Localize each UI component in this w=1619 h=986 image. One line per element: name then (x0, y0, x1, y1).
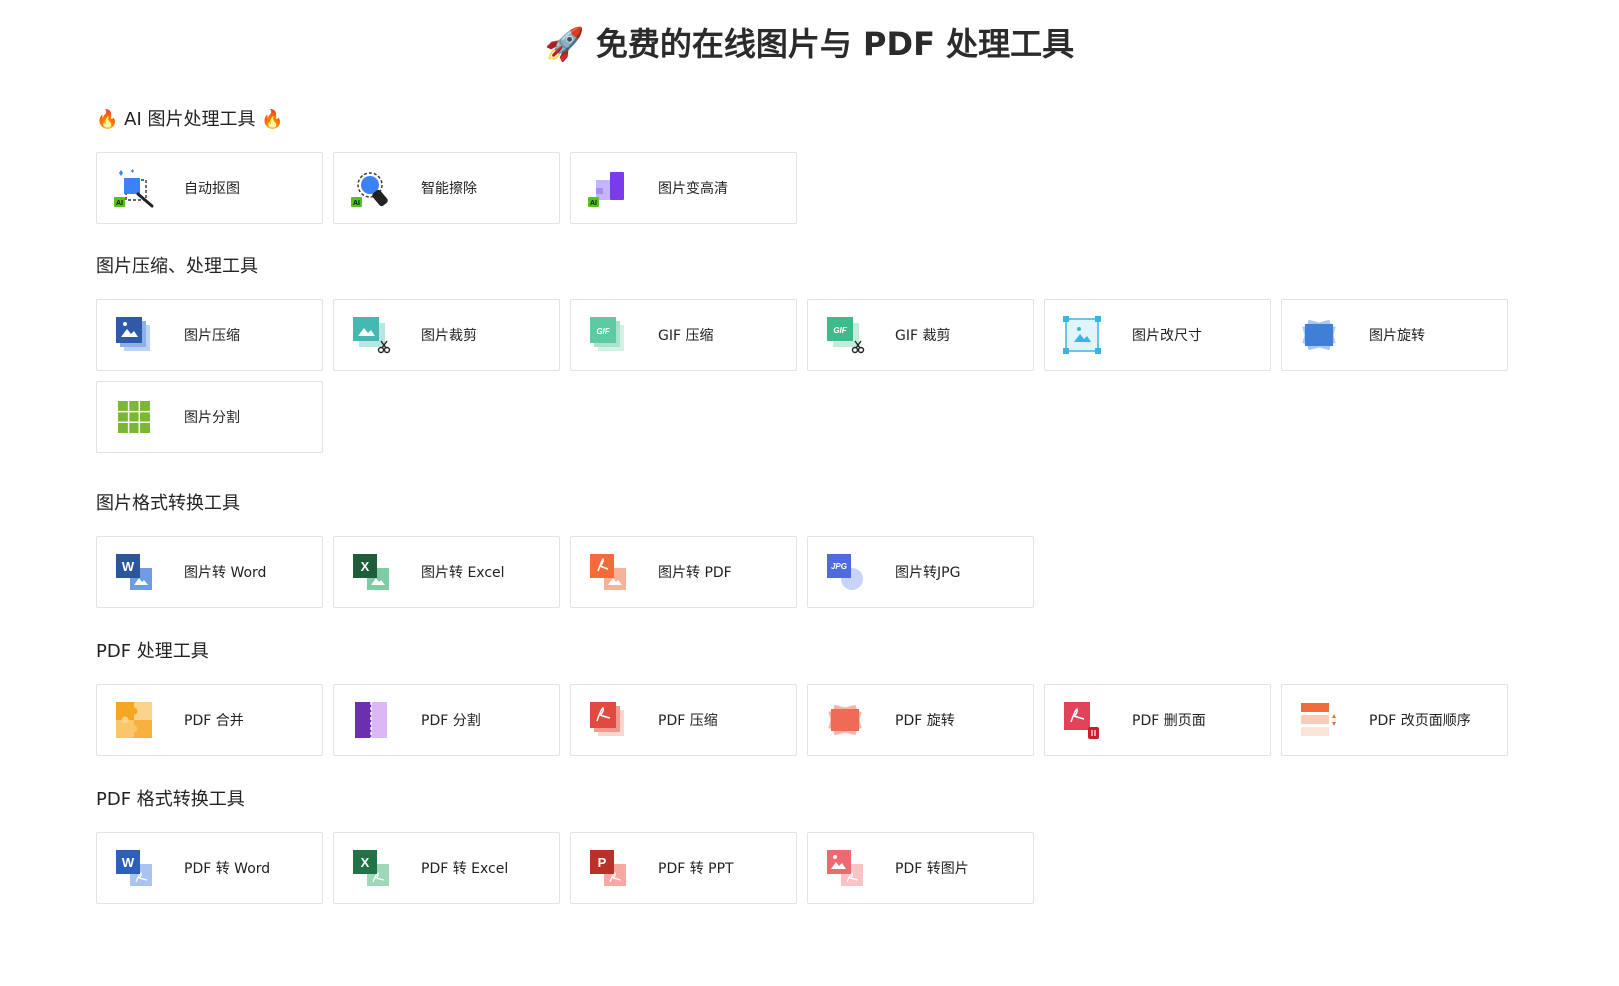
svg-text:W: W (122, 559, 135, 574)
tool-card-gif-crop[interactable]: GIF GIF 裁剪 (807, 299, 1034, 371)
pdf-compress-icon (588, 700, 628, 740)
svg-text:GIF: GIF (596, 327, 610, 336)
tool-card-image-to-pdf[interactable]: 图片转 PDF (570, 536, 797, 608)
image-crop-icon (351, 315, 391, 355)
image-to-excel-icon: X (351, 552, 391, 592)
image-resize-icon (1062, 315, 1102, 355)
tool-label: PDF 分割 (421, 713, 481, 729)
tool-label: PDF 转 PPT (658, 861, 734, 877)
tool-card-pdf-merge[interactable]: PDF 合并 (96, 684, 323, 756)
page-title: 🚀 免费的在线图片与 PDF 处理工具 (544, 25, 1075, 63)
svg-text:AI: AI (590, 200, 597, 207)
tool-label: 图片变高清 (658, 181, 728, 197)
tool-label: PDF 改页面顺序 (1369, 713, 1471, 729)
tool-card-pdf-to-image[interactable]: PDF 转图片 (807, 832, 1034, 904)
tool-card-image-to-excel[interactable]: X 图片转 Excel (333, 536, 560, 608)
section-image-processing-tools: 图片压缩、处理工具 图片压缩 图片裁剪 GIF GIF 压缩 GIF GIF 裁… (96, 253, 1536, 453)
svg-text:X: X (361, 855, 370, 870)
svg-text:JPG: JPG (831, 562, 847, 571)
svg-text:GIF: GIF (833, 326, 847, 335)
tool-label: 图片压缩 (184, 328, 240, 344)
section-image-format-tools: 图片格式转换工具 W 图片转 Word X 图片转 Excel 图片转 PDF … (96, 490, 1536, 608)
tool-label: 图片裁剪 (421, 328, 477, 344)
tool-card-image-split[interactable]: 图片分割 (96, 381, 323, 453)
tool-label: 图片转 Word (184, 565, 267, 581)
tool-label: PDF 合并 (184, 713, 244, 729)
image-to-pdf-icon (588, 552, 628, 592)
image-split-icon (114, 397, 154, 437)
svg-text:X: X (361, 559, 370, 574)
section-pdf-processing-tools: PDF 处理工具 PDF 合并 PDF 分割 PDF 压缩 PDF 旋转 PDF… (96, 638, 1536, 756)
tool-label: GIF 压缩 (658, 328, 714, 344)
tool-label: PDF 旋转 (895, 713, 955, 729)
tool-label: PDF 转图片 (895, 861, 969, 877)
section-title: PDF 处理工具 (96, 641, 209, 662)
tool-label: PDF 删页面 (1132, 713, 1206, 729)
pdf-to-excel-icon: X (351, 848, 391, 888)
pdf-delete-page-icon (1062, 700, 1102, 740)
ai-eraser-icon: AI (351, 168, 391, 208)
tool-card-pdf-compress[interactable]: PDF 压缩 (570, 684, 797, 756)
section-pdf-format-tools: PDF 格式转换工具 W PDF 转 Word X PDF 转 Excel P … (96, 786, 1536, 904)
pdf-merge-icon (114, 700, 154, 740)
tool-card-pdf-to-word[interactable]: W PDF 转 Word (96, 832, 323, 904)
tool-card-image-to-word[interactable]: W 图片转 Word (96, 536, 323, 608)
pdf-to-ppt-icon: P (588, 848, 628, 888)
tool-card-pdf-to-excel[interactable]: X PDF 转 Excel (333, 832, 560, 904)
tool-card-image-compress[interactable]: 图片压缩 (96, 299, 323, 371)
tool-label: 图片转 Excel (421, 565, 505, 581)
svg-text:AI: AI (353, 200, 360, 207)
tool-label: 图片旋转 (1369, 328, 1425, 344)
pdf-to-word-icon: W (114, 848, 154, 888)
tool-card-pdf-rotate[interactable]: PDF 旋转 (807, 684, 1034, 756)
tool-label: 图片转JPG (895, 565, 961, 581)
image-to-jpg-icon: JPG (825, 552, 865, 592)
section-title: 图片格式转换工具 (96, 493, 240, 514)
pdf-reorder-icon (1299, 700, 1339, 740)
tool-label: 图片转 PDF (658, 565, 732, 581)
svg-text:P: P (598, 855, 607, 870)
gif-compress-icon: GIF (588, 315, 628, 355)
tool-card-pdf-reorder[interactable]: PDF 改页面顺序 (1281, 684, 1508, 756)
tool-card-image-crop[interactable]: 图片裁剪 (333, 299, 560, 371)
pdf-to-image-icon (825, 848, 865, 888)
section-title: PDF 格式转换工具 (96, 789, 245, 810)
tool-card-gif-compress[interactable]: GIF GIF 压缩 (570, 299, 797, 371)
tool-card-pdf-split[interactable]: PDF 分割 (333, 684, 560, 756)
image-to-word-icon: W (114, 552, 154, 592)
tool-label: 图片分割 (184, 410, 240, 426)
pdf-split-icon (351, 700, 391, 740)
section-ai-image-tools: 🔥 AI 图片处理工具 🔥 AI 自动抠图 AI 智能擦除 AI 图片变高清 (96, 106, 1536, 224)
tool-card-auto-cutout[interactable]: AI 自动抠图 (96, 152, 323, 224)
pdf-rotate-icon (825, 700, 865, 740)
tool-card-pdf-delete-page[interactable]: PDF 删页面 (1044, 684, 1271, 756)
tool-label: 自动抠图 (184, 181, 240, 197)
gif-crop-icon: GIF (825, 315, 865, 355)
tool-label: PDF 转 Word (184, 861, 271, 877)
image-compress-icon (114, 315, 154, 355)
tool-label: 图片改尺寸 (1132, 328, 1202, 344)
section-title: 🔥 AI 图片处理工具 🔥 (96, 109, 284, 130)
tool-card-image-rotate[interactable]: 图片旋转 (1281, 299, 1508, 371)
tool-label: PDF 转 Excel (421, 861, 509, 877)
ai-enhance-icon: AI (588, 168, 628, 208)
section-title: 图片压缩、处理工具 (96, 256, 258, 277)
tool-card-image-resize[interactable]: 图片改尺寸 (1044, 299, 1271, 371)
tool-card-smart-eraser[interactable]: AI 智能擦除 (333, 152, 560, 224)
svg-text:AI: AI (116, 200, 123, 207)
image-rotate-icon (1299, 315, 1339, 355)
svg-text:W: W (122, 855, 135, 870)
ai-cutout-icon: AI (114, 168, 154, 208)
tool-label: PDF 压缩 (658, 713, 718, 729)
tool-card-image-to-jpg[interactable]: JPG 图片转JPG (807, 536, 1034, 608)
tool-label: GIF 裁剪 (895, 328, 951, 344)
tool-label: 智能擦除 (421, 181, 477, 197)
tool-card-pdf-to-ppt[interactable]: P PDF 转 PPT (570, 832, 797, 904)
tool-card-image-enhance[interactable]: AI 图片变高清 (570, 152, 797, 224)
